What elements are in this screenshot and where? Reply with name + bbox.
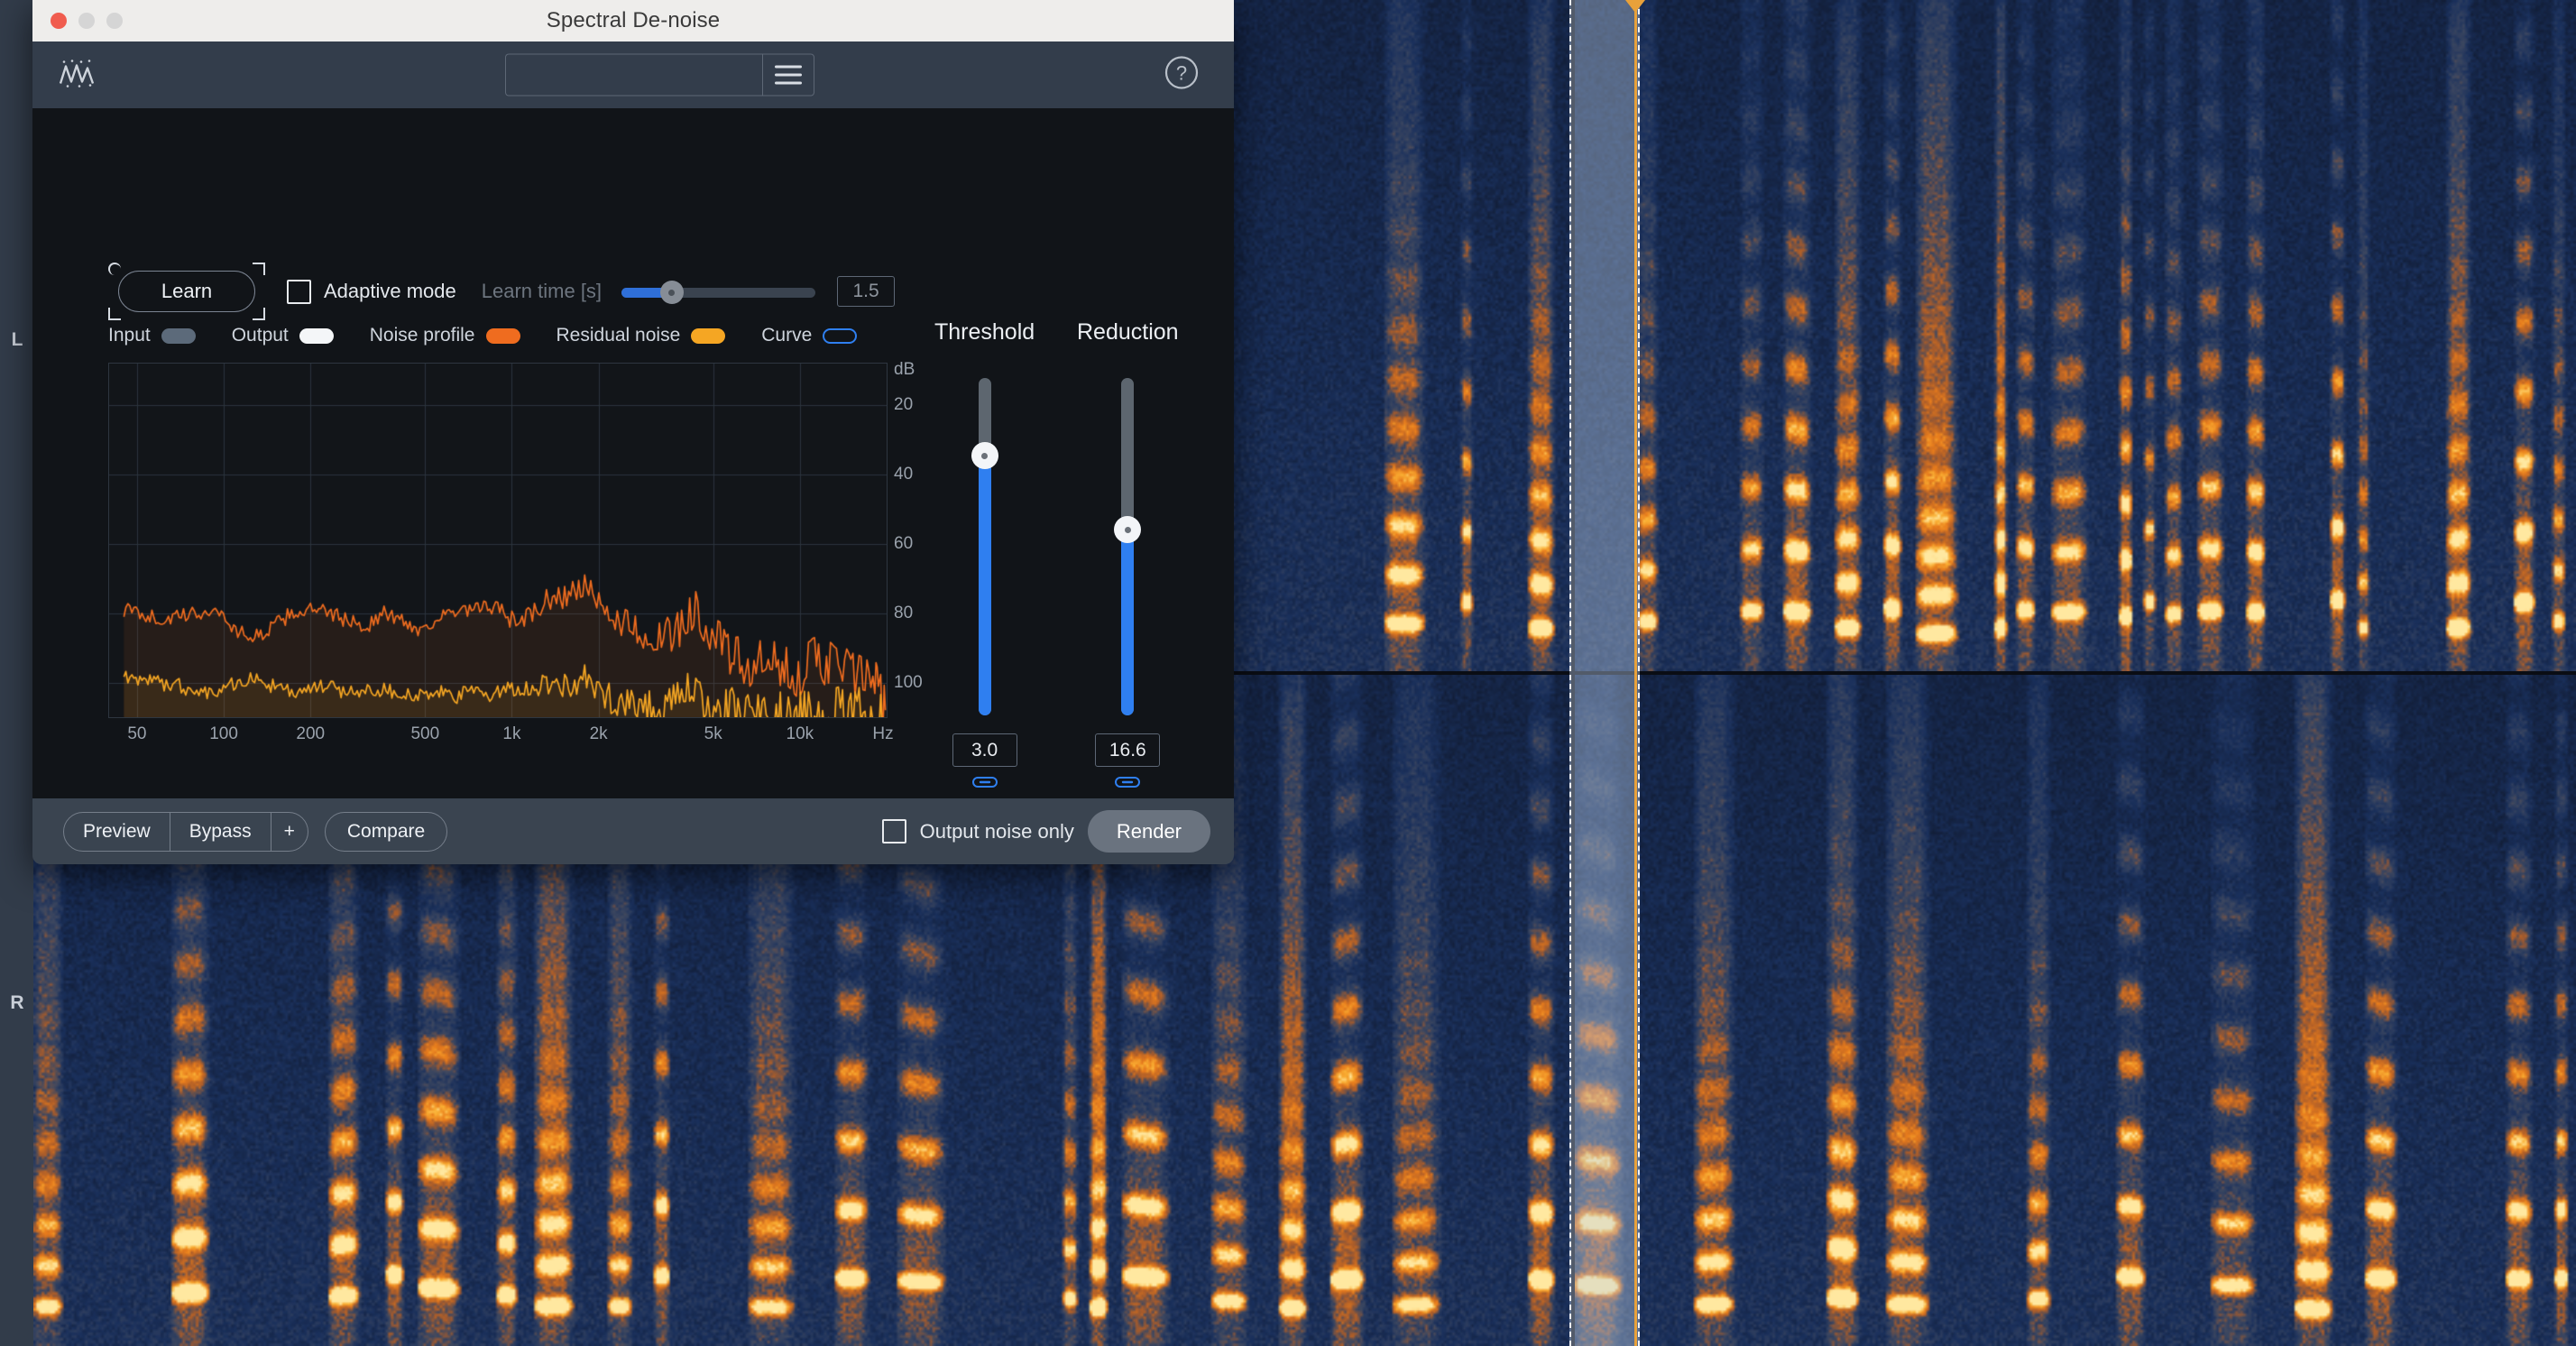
learn-button[interactable]: Learn: [118, 271, 255, 312]
hz-axis-tick: 2k: [589, 724, 608, 743]
hz-axis-tick: 500: [410, 724, 440, 743]
learn-time-slider[interactable]: [621, 281, 816, 304]
reduction-control: Reduction 16.6: [1077, 319, 1179, 794]
preview-bypass-group: Preview Bypass +: [63, 811, 308, 852]
legend-label: Noise profile: [369, 325, 475, 346]
db-axis-unit: dB: [894, 360, 915, 379]
link-chain-icon[interactable]: [1114, 775, 1141, 794]
hz-axis-tick: 10k: [786, 724, 814, 743]
selection-region[interactable]: [1569, 0, 1640, 1346]
legend-item-3[interactable]: Residual noise: [557, 325, 726, 346]
plugin-body: Learn Adaptive mode Learn time [s] 1.5 I…: [32, 108, 1234, 864]
threshold-control: Threshold 3.0: [934, 319, 1035, 794]
plugin-window: Spectral De-noise ? Learn Adaptive mode …: [32, 0, 1234, 864]
reduction-value[interactable]: 16.6: [1095, 733, 1161, 767]
adaptive-mode-checkbox[interactable]: [287, 279, 311, 304]
window-titlebar: Spectral De-noise: [32, 0, 1234, 41]
slider-fill: [1121, 530, 1135, 715]
slider-thumb[interactable]: [659, 281, 684, 304]
menu-line: [775, 81, 802, 85]
focus-bracket: [253, 308, 265, 320]
window-title: Spectral De-noise: [546, 8, 721, 32]
legend-item-4[interactable]: Curve: [761, 325, 858, 346]
db-axis-tick: 40: [894, 464, 914, 484]
adaptive-mode-label: Adaptive mode: [324, 280, 456, 302]
threshold-slider[interactable]: [971, 378, 998, 715]
threshold-label: Threshold: [934, 319, 1035, 345]
slider-thumb[interactable]: [1114, 516, 1142, 544]
spectrum-graph[interactable]: dB 20 40 60 80 100 50 100 200 500 1k 2k 5k 10k Hz: [108, 360, 923, 743]
link-chain-icon[interactable]: [971, 775, 998, 794]
hz-axis-unit: Hz: [872, 724, 894, 743]
legend-swatch[interactable]: [823, 327, 858, 344]
legend-swatch[interactable]: [691, 327, 726, 344]
legend-item-1[interactable]: Output: [232, 325, 334, 346]
spectrogram-pane-right-top[interactable]: [1575, 0, 2576, 671]
learn-time-label: Learn time [s]: [481, 280, 603, 302]
thumb-dot: [981, 452, 989, 459]
channel-label-right: R: [10, 992, 24, 1013]
threshold-value[interactable]: 3.0: [952, 733, 1017, 767]
footer-right-group: Output noise only Render: [881, 810, 1234, 853]
learn-time-value[interactable]: 1.5: [837, 276, 896, 307]
help-question-icon[interactable]: ?: [1164, 55, 1200, 96]
render-button[interactable]: Render: [1087, 810, 1210, 853]
svg-text:?: ?: [1176, 62, 1187, 85]
db-axis-tick: 100: [894, 672, 923, 692]
output-noise-only-label: Output noise only: [919, 819, 1074, 843]
playhead-marker-icon[interactable]: [1625, 0, 1645, 13]
minimize-button[interactable]: [78, 13, 95, 29]
preset-input[interactable]: [505, 53, 762, 97]
menu-line: [775, 73, 802, 77]
thumb-dot: [668, 289, 676, 296]
menu-line: [775, 65, 802, 69]
preset-selector[interactable]: [505, 53, 814, 97]
legend-item-2[interactable]: Noise profile: [370, 325, 520, 346]
preview-button[interactable]: Preview: [64, 812, 170, 851]
focus-bracket: [253, 263, 265, 275]
reduction-slider[interactable]: [1114, 378, 1142, 715]
close-button[interactable]: [51, 13, 67, 29]
plugin-footer: Preview Bypass + Compare Output noise on…: [32, 798, 1234, 864]
playhead[interactable]: [1634, 0, 1637, 1346]
spectrogram-pane-right-bottom[interactable]: [1575, 675, 2576, 1346]
focus-bracket: [108, 263, 121, 275]
hamburger-menu-icon[interactable]: [762, 53, 814, 97]
denoise-waveform-icon: [58, 58, 96, 93]
plugin-topbar: ?: [32, 41, 1234, 108]
learn-button-focus: Learn: [108, 263, 265, 320]
channel-label-left: L: [11, 329, 23, 350]
slider-thumb[interactable]: [971, 442, 998, 470]
spectrum-legend: Input Output Noise profile Residual noise Cu…: [108, 325, 858, 346]
add-preview-button[interactable]: +: [271, 813, 308, 851]
legend-label: Residual noise: [556, 325, 681, 346]
window-controls: [51, 13, 123, 29]
hz-axis-tick: 200: [296, 724, 326, 743]
db-axis-tick: 80: [894, 603, 914, 622]
hz-axis-tick: 1k: [502, 724, 521, 743]
legend-label: Curve: [761, 325, 813, 346]
bypass-button[interactable]: Bypass: [170, 812, 271, 851]
slider-fill: [978, 456, 991, 715]
thumb-dot: [1124, 526, 1131, 533]
hz-axis-tick: 100: [209, 724, 238, 743]
db-axis-tick: 60: [894, 533, 914, 553]
legend-swatch[interactable]: [485, 327, 520, 344]
compare-button[interactable]: Compare: [324, 811, 448, 852]
spectrum-canvas: [109, 364, 887, 717]
legend-swatch[interactable]: [161, 327, 196, 344]
legend-swatch[interactable]: [299, 327, 334, 344]
channel-gutter: [0, 0, 33, 1346]
legend-label: Output: [231, 325, 289, 346]
db-axis-tick: 20: [894, 395, 914, 415]
learn-controls-row: Learn Adaptive mode Learn time [s] 1.5: [108, 263, 896, 320]
legend-item-0[interactable]: Input: [108, 325, 196, 346]
legend-label: Input: [108, 325, 151, 346]
zoom-button[interactable]: [106, 13, 123, 29]
hz-axis-tick: 50: [127, 724, 147, 743]
output-noise-only-checkbox[interactable]: [881, 819, 906, 844]
reduction-label: Reduction: [1077, 319, 1179, 345]
focus-bracket: [108, 308, 121, 320]
hz-axis-tick: 5k: [704, 724, 722, 743]
